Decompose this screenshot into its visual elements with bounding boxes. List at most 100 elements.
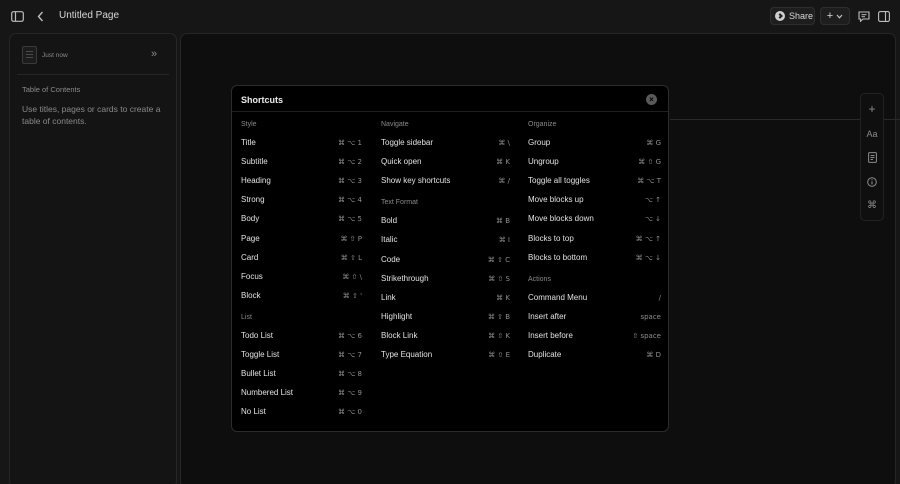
- shortcut-row: Group ⌘ G: [528, 138, 661, 150]
- shortcut-label: Command Menu: [528, 292, 588, 302]
- shortcut-row: Toggle all toggles ⌘ ⌥ T: [528, 176, 661, 188]
- section-title: Text Format: [381, 199, 418, 207]
- comments-icon[interactable]: [857, 10, 870, 22]
- shortcut-label: Blocks to top: [528, 233, 574, 243]
- shortcut-label: Block: [241, 290, 261, 300]
- shortcut-keys: ⌘ ⇧ P: [340, 234, 362, 243]
- shortcut-row: Italic ⌘ I: [381, 235, 510, 247]
- shortcut-row: Toggle List ⌘ ⌥ 7: [241, 350, 362, 362]
- sidebar-divider: [17, 74, 169, 75]
- shortcut-keys: ⌘ ⌥ 3: [338, 177, 362, 186]
- shortcut-label: Subtitle: [241, 157, 268, 167]
- shortcut-keys: ⌘ G: [646, 139, 661, 147]
- section-title: Organize: [528, 121, 557, 128]
- shortcut-label: Group: [528, 138, 551, 147]
- modal-title: Shortcuts: [241, 95, 284, 105]
- shortcut-label: Code: [381, 254, 401, 264]
- close-icon[interactable]: ×: [646, 94, 657, 105]
- shortcut-label: Move blocks down: [528, 214, 594, 224]
- document-thumbnail[interactable]: [22, 46, 37, 64]
- shortcut-label: Body: [241, 214, 260, 224]
- shortcut-row: Block Link ⌘ ⇧ K: [381, 331, 510, 343]
- shortcut-row: Insert before ⇧ space: [528, 331, 661, 343]
- shortcut-row: Heading ⌘ ⌥ 3: [241, 176, 362, 188]
- shortcut-keys: ⌘ ⌥ ↓: [635, 253, 661, 262]
- share-label: Share: [789, 11, 814, 21]
- shortcut-keys: ⌘ ⌥ 8: [338, 370, 362, 379]
- shortcut-keys: ⌘ \: [498, 139, 510, 147]
- add-label: +: [826, 10, 834, 22]
- last-edited-time: Just now: [42, 52, 68, 59]
- shortcut-label: Strong: [241, 195, 265, 205]
- shortcut-row: Title ⌘ ⌥ 1: [241, 138, 362, 150]
- shortcut-keys: ⌘ ⌥ T: [637, 177, 661, 186]
- shortcut-label: Card: [241, 252, 259, 262]
- shortcut-keys: ⌘ ⌥ 6: [338, 331, 362, 340]
- shortcut-label: Numbered List: [241, 388, 294, 398]
- shortcut-row: Body ⌘ ⌥ 5: [241, 214, 362, 226]
- share-icon: [775, 11, 785, 21]
- text-style-button[interactable]: Aa: [861, 129, 883, 139]
- shortcut-keys: ⌘ ⌥ ↑: [635, 234, 661, 243]
- shortcut-keys: ⌘ K: [496, 293, 510, 302]
- shortcut-keys: ⌘ ⌥ 2: [338, 158, 362, 167]
- shortcut-row: Subtitle ⌘ ⌥ 2: [241, 157, 362, 169]
- shortcut-row: Highlight ⌘ ⇧ B: [381, 312, 510, 324]
- shortcut-row: Move blocks up ⌥ ↑: [528, 195, 661, 207]
- shortcut-label: Bold: [381, 216, 398, 226]
- shortcut-row: Page ⌘ ⇧ P: [241, 234, 362, 246]
- top-bar: Untitled Page Share +: [0, 0, 900, 33]
- shortcut-keys: space: [640, 312, 661, 321]
- shortcut-keys: ⌘ ⇧ E: [488, 351, 510, 359]
- shortcut-label: Strikethrough: [381, 273, 429, 283]
- shortcut-row: Blocks to top ⌘ ⌥ ↑: [528, 234, 661, 246]
- document-icon[interactable]: [861, 152, 883, 165]
- shortcut-row: Code ⌘ ⇧ C: [381, 255, 510, 267]
- modal-divider: [232, 111, 668, 112]
- shortcut-label: No List: [241, 407, 266, 417]
- back-icon[interactable]: [35, 10, 45, 22]
- shortcut-label: Toggle List: [241, 350, 280, 359]
- shortcut-row: Move blocks down ⌥ ↓: [528, 214, 661, 226]
- right-panel-icon[interactable]: [877, 10, 890, 22]
- shortcut-label: Insert after: [528, 311, 567, 321]
- info-icon[interactable]: [861, 177, 883, 189]
- shortcut-label: Heading: [241, 176, 271, 186]
- shortcut-row: Todo List ⌘ ⌥ 6: [241, 331, 362, 343]
- shortcut-row: Blocks to bottom ⌘ ⌥ ↓: [528, 253, 661, 265]
- plus-icon[interactable]: +: [861, 102, 883, 116]
- toc-title: Table of Contents: [22, 85, 81, 94]
- command-button[interactable]: ⌘: [861, 200, 883, 211]
- add-button[interactable]: +: [820, 7, 850, 25]
- shortcut-keys: ⌘ ⇧ S: [488, 274, 510, 283]
- share-button[interactable]: Share: [770, 7, 815, 25]
- shortcut-keys: ⌘ ⇧ K: [488, 331, 510, 340]
- shortcut-row: Toggle sidebar ⌘ \: [381, 138, 510, 150]
- shortcut-row: Bold ⌘ B: [381, 216, 510, 228]
- shortcut-label: Link: [381, 292, 396, 302]
- toc-empty-text: Use titles, pages or cards to create a t…: [22, 104, 161, 126]
- section-title: Style: [241, 121, 257, 128]
- shortcut-label: Show key shortcuts: [381, 176, 451, 186]
- shortcut-label: Type Equation: [381, 350, 433, 359]
- shortcut-label: Toggle all toggles: [528, 176, 590, 186]
- shortcut-row: Quick open ⌘ K: [381, 157, 510, 169]
- page-title[interactable]: Untitled Page: [59, 10, 119, 21]
- shortcut-label: Italic: [381, 235, 398, 245]
- shortcut-keys: ⌘ ⌥ 4: [338, 196, 362, 205]
- shortcut-label: Block Link: [381, 330, 418, 340]
- shortcut-keys: /: [658, 293, 661, 302]
- tool-rail: + Aa ⌘: [860, 93, 884, 221]
- shortcut-keys: ⌘ ⇧ L: [340, 253, 362, 262]
- sidebar-toggle-icon[interactable]: [10, 10, 24, 22]
- shortcut-row: Card ⌘ ⇧ L: [241, 253, 362, 265]
- shortcut-keys: ⌘ ⌥ 9: [338, 389, 362, 398]
- section-title: Actions: [528, 275, 551, 283]
- left-sidebar: Just now » Table of Contents Use titles,…: [9, 33, 177, 484]
- collapse-icon[interactable]: »: [151, 48, 157, 60]
- shortcut-row: Duplicate ⌘ D: [528, 350, 661, 362]
- shortcuts-modal: Shortcuts × Style Title ⌘ ⌥ 1 Subtitle ⌘ ⌥ 2…: [231, 85, 669, 432]
- shortcut-label: Insert before: [528, 330, 573, 340]
- section-title: List: [241, 313, 252, 321]
- shortcut-row: Bullet List ⌘ ⌥ 8: [241, 369, 362, 381]
